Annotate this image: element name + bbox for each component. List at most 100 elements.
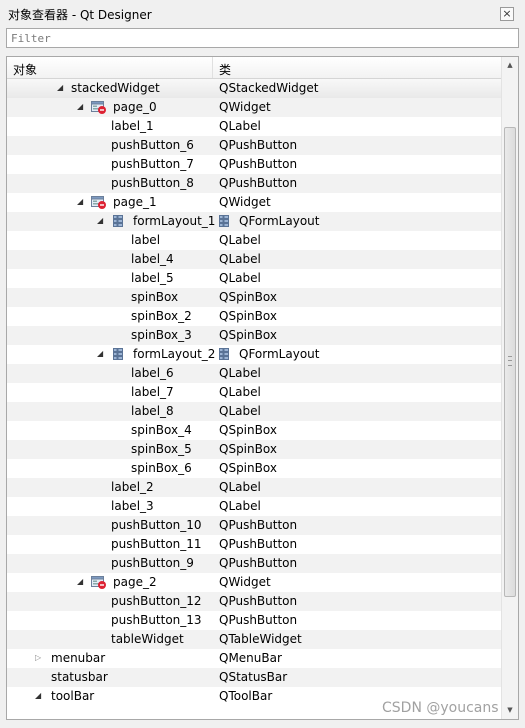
object-name: label_4 <box>131 252 174 266</box>
watermark: CSDN @youcans <box>382 700 499 716</box>
object-name: statusbar <box>51 670 108 684</box>
tree-row[interactable]: pushButton_8 QPushButton <box>7 174 501 193</box>
class-name: QPushButton <box>219 138 298 152</box>
object-name: page_1 <box>113 195 157 209</box>
tree-row[interactable]: ▷ menubar QMenuBar <box>7 649 501 668</box>
collapse-arrow-icon[interactable]: ◢ <box>57 83 63 93</box>
vertical-scrollbar[interactable]: ▲ ▼ <box>501 57 518 719</box>
tree-row[interactable]: pushButton_11 QPushButton <box>7 535 501 554</box>
class-name: QLabel <box>219 271 261 285</box>
object-name: pushButton_10 <box>111 518 202 532</box>
collapse-arrow-icon[interactable]: ◢ <box>97 216 103 226</box>
object-name: page_2 <box>113 575 157 589</box>
object-name: formLayout_1 <box>133 214 216 228</box>
class-name: QPushButton <box>219 537 298 551</box>
object-name: label_1 <box>111 119 154 133</box>
tree-row[interactable]: ◢ page_1 QWidget <box>7 193 501 212</box>
tree-row[interactable]: label QLabel <box>7 231 501 250</box>
close-button[interactable]: × <box>500 7 514 21</box>
grip-icon <box>508 356 512 366</box>
class-name: QPushButton <box>219 556 298 570</box>
tree-row[interactable]: tableWidget QTableWidget <box>7 630 501 649</box>
tree-row[interactable]: label_3 QLabel <box>7 497 501 516</box>
tree-row[interactable]: ◢ page_0 QWidget <box>7 98 501 117</box>
object-name: pushButton_13 <box>111 613 202 627</box>
scroll-up-arrow-icon[interactable]: ▲ <box>502 57 518 74</box>
tree-row[interactable]: ◢ stackedWidget QStackedWidget <box>7 79 501 98</box>
tree-row[interactable]: ◢ formLayout_1 QFormLayout <box>7 212 501 231</box>
object-name: label_5 <box>131 271 174 285</box>
scrollbar-thumb[interactable] <box>504 127 516 597</box>
tree-row[interactable]: label_1 QLabel <box>7 117 501 136</box>
tree-row[interactable]: label_5 QLabel <box>7 269 501 288</box>
object-name: pushButton_8 <box>111 176 194 190</box>
object-name: spinBox <box>131 290 179 304</box>
class-name: QPushButton <box>219 157 298 171</box>
tree-row[interactable]: label_7 QLabel <box>7 383 501 402</box>
tree-row[interactable]: pushButton_10 QPushButton <box>7 516 501 535</box>
object-name: label_7 <box>131 385 174 399</box>
tree-row[interactable]: label_4 QLabel <box>7 250 501 269</box>
object-name: tableWidget <box>111 632 184 646</box>
filter-input[interactable] <box>6 28 519 48</box>
class-name: QPushButton <box>219 176 298 190</box>
tree-row[interactable]: label_2 QLabel <box>7 478 501 497</box>
class-name: QSpinBox <box>219 423 277 437</box>
expand-arrow-icon[interactable]: ▷ <box>35 653 41 663</box>
page-widget-icon <box>91 101 107 114</box>
tree-row[interactable]: pushButton_13 QPushButton <box>7 611 501 630</box>
object-name: label_8 <box>131 404 174 418</box>
tree-row[interactable]: label_6 QLabel <box>7 364 501 383</box>
header-object[interactable]: 对象 <box>13 61 37 78</box>
form-layout-icon <box>113 215 123 228</box>
class-name: QSpinBox <box>219 309 277 323</box>
class-name: QLabel <box>219 499 261 513</box>
object-name: spinBox_2 <box>131 309 192 323</box>
page-widget-icon <box>91 576 107 589</box>
tree-row[interactable]: label_8 QLabel <box>7 402 501 421</box>
class-name: QLabel <box>219 480 261 494</box>
collapse-arrow-icon[interactable]: ◢ <box>77 197 83 207</box>
header-separator <box>212 57 213 78</box>
object-name: toolBar <box>51 689 95 703</box>
class-name: QLabel <box>219 385 261 399</box>
tree-row[interactable]: statusbar QStatusBar <box>7 668 501 687</box>
object-name: label_3 <box>111 499 154 513</box>
collapse-arrow-icon[interactable]: ◢ <box>77 577 83 587</box>
class-name: QLabel <box>219 233 261 247</box>
window-title: 对象查看器 - Qt Designer <box>8 8 152 22</box>
collapse-arrow-icon[interactable]: ◢ <box>77 102 83 112</box>
class-name: QPushButton <box>219 518 298 532</box>
collapse-arrow-icon[interactable]: ◢ <box>97 349 103 359</box>
tree-row[interactable]: spinBox_5 QSpinBox <box>7 440 501 459</box>
object-name: spinBox_4 <box>131 423 192 437</box>
tree-row[interactable]: spinBox_2 QSpinBox <box>7 307 501 326</box>
object-name: pushButton_11 <box>111 537 202 551</box>
class-name: QLabel <box>219 366 261 380</box>
object-name: spinBox_5 <box>131 442 192 456</box>
header-class[interactable]: 类 <box>219 61 231 78</box>
form-layout-icon <box>219 348 229 360</box>
tree-row[interactable]: spinBox_3 QSpinBox <box>7 326 501 345</box>
form-layout-icon <box>219 215 229 227</box>
tree-row[interactable]: pushButton_12 QPushButton <box>7 592 501 611</box>
tree-row[interactable]: spinBox_6 QSpinBox <box>7 459 501 478</box>
tree-row[interactable]: pushButton_6 QPushButton <box>7 136 501 155</box>
object-name: pushButton_7 <box>111 157 194 171</box>
object-name: pushButton_9 <box>111 556 194 570</box>
tree-row[interactable]: pushButton_7 QPushButton <box>7 155 501 174</box>
scroll-down-arrow-icon[interactable]: ▼ <box>502 702 518 719</box>
tree-row[interactable]: spinBox_4 QSpinBox <box>7 421 501 440</box>
object-name: spinBox_6 <box>131 461 192 475</box>
tree-row[interactable]: ◢ formLayout_2 QFormLayout <box>7 345 501 364</box>
tree-row[interactable]: ◢ page_2 QWidget <box>7 573 501 592</box>
tree-row[interactable]: pushButton_9 QPushButton <box>7 554 501 573</box>
class-name: QPushButton <box>219 594 298 608</box>
tree-row[interactable]: spinBox QSpinBox <box>7 288 501 307</box>
collapse-arrow-icon[interactable]: ◢ <box>35 691 41 701</box>
object-name: formLayout_2 <box>133 347 216 361</box>
object-name: page_0 <box>113 100 157 114</box>
class-name: QLabel <box>219 252 261 266</box>
object-name: pushButton_12 <box>111 594 202 608</box>
class-name: QLabel <box>219 404 261 418</box>
